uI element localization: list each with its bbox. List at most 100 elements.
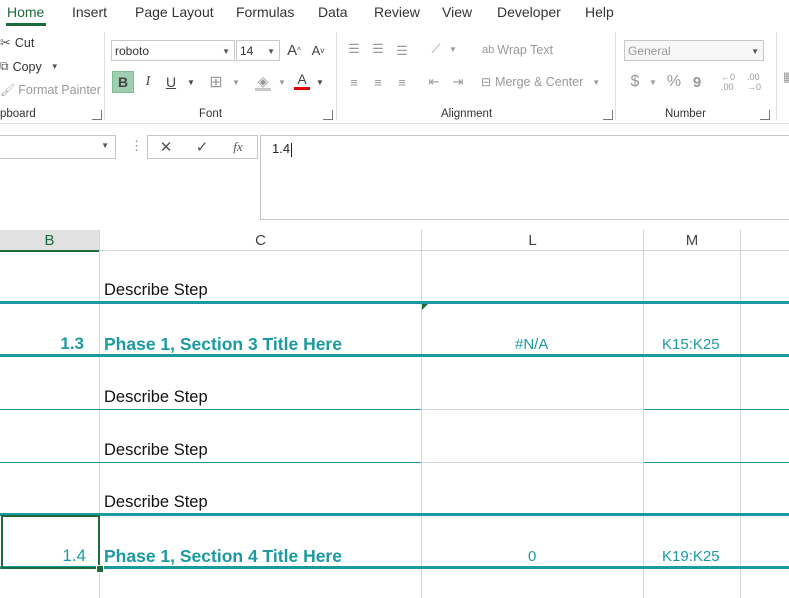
column-header-m[interactable]: M	[644, 230, 740, 251]
copy-label: Copy	[12, 59, 42, 74]
align-right-button[interactable]: ≡	[391, 71, 413, 93]
confirm-entry-button[interactable]: ✓	[191, 136, 213, 158]
tab-review[interactable]: Review	[374, 4, 420, 20]
font-color-dropdown[interactable]: ▼	[309, 71, 331, 93]
ribbon-separator	[776, 32, 777, 120]
underline-dropdown[interactable]: ▼	[180, 71, 202, 93]
number-dialog-launcher-icon[interactable]	[760, 110, 770, 120]
column-header-l[interactable]: L	[422, 230, 643, 251]
formula-input[interactable]: 1.4	[260, 135, 789, 220]
cell-m-range[interactable]: K19:K25	[662, 548, 720, 565]
italic-button[interactable]: I	[137, 71, 159, 93]
copy-icon: ⧉	[0, 59, 9, 73]
cell-c-describe-step[interactable]: Describe Step	[104, 388, 208, 407]
clipboard-group-label: pboard	[0, 108, 36, 120]
merge-icon: ⊟	[481, 75, 492, 89]
alignment-dialog-launcher-icon[interactable]	[603, 110, 613, 120]
chevron-down-icon: ▼	[267, 47, 275, 56]
column-header-c[interactable]: C	[100, 230, 421, 251]
align-center-icon: ≡	[374, 74, 382, 90]
cell-c-describe-step[interactable]: Describe Step	[104, 281, 208, 300]
wrap-text-icon: ab	[482, 44, 495, 56]
paint-bucket-icon: ◈	[257, 72, 269, 89]
cell-c-describe-step[interactable]: Describe Step	[104, 493, 208, 512]
decrease-decimal-button[interactable]: .00 →0	[743, 71, 765, 93]
conditional-formatting-button[interactable]: ▦	[778, 66, 789, 88]
copy-button[interactable]: ⧉ Copy ▼	[0, 59, 59, 74]
column-label: M	[685, 231, 699, 249]
name-box[interactable]: ▼	[0, 135, 116, 159]
cell-c-section-title[interactable]: Phase 1, Section 3 Title Here	[104, 334, 342, 355]
merge-center-button[interactable]: ⊟ Merge & Center ▼	[481, 75, 600, 89]
insert-function-button[interactable]: fx	[227, 136, 249, 158]
format-painter-label: Format Painter	[18, 83, 101, 97]
cell-m-range[interactable]: K15:K25	[662, 336, 720, 353]
borders-dropdown[interactable]: ▼	[225, 71, 247, 93]
middle-align-button[interactable]: ☰	[367, 38, 389, 60]
comma-style-button[interactable]: 9	[686, 71, 708, 93]
cell-l-value[interactable]: 0	[528, 548, 536, 565]
clipboard-dialog-launcher-icon[interactable]	[92, 110, 102, 120]
row-border	[422, 462, 643, 463]
tab-view[interactable]: View	[442, 4, 472, 20]
increase-indent-icon: ⇥	[452, 74, 464, 89]
orientation-dropdown[interactable]: ▼	[442, 38, 464, 60]
format-painter-button[interactable]: 🖌 Format Painter	[0, 83, 101, 97]
tab-insert[interactable]: Insert	[72, 4, 107, 20]
column-header-next[interactable]	[741, 230, 789, 251]
ribbon-separator	[615, 32, 616, 120]
chevron-down-icon: ▼	[592, 77, 601, 87]
number-format-select[interactable]: General ▼	[624, 40, 764, 61]
scissors-icon: ✂	[0, 35, 11, 50]
cell-c-section-title[interactable]: Phase 1, Section 4 Title Here	[104, 546, 342, 567]
tab-formulas[interactable]: Formulas	[236, 4, 294, 20]
font-size-select[interactable]: 14 ▼	[236, 40, 280, 61]
more-options-icon[interactable]: ⋮	[130, 138, 143, 154]
decrease-font-size-icon: A	[311, 42, 321, 58]
cancel-entry-button[interactable]: ✕	[155, 136, 177, 158]
currency-dropdown[interactable]: ▼	[642, 71, 664, 93]
percent-button[interactable]: %	[663, 71, 685, 93]
bottom-align-button[interactable]: ☰	[391, 40, 413, 62]
close-icon: ✕	[159, 139, 173, 156]
tab-page-layout[interactable]: Page Layout	[135, 4, 214, 20]
decrease-indent-button[interactable]: ⇤	[423, 71, 445, 93]
increase-indent-button[interactable]: ⇥	[447, 71, 469, 93]
bold-button[interactable]: B	[112, 71, 134, 93]
cell-l-value[interactable]: #N/A	[515, 336, 548, 353]
font-family-select[interactable]: roboto ▼	[111, 40, 235, 61]
align-left-button[interactable]: ≡	[343, 71, 365, 93]
row-border	[0, 462, 421, 463]
paintbrush-icon: 🖌	[0, 83, 16, 97]
align-center-button[interactable]: ≡	[367, 71, 389, 93]
increase-decimal-icon: ←0.00	[720, 72, 735, 92]
chevron-down-icon: ▼	[449, 44, 457, 54]
chevron-down-icon: ▼	[50, 62, 59, 71]
tab-help[interactable]: Help	[585, 4, 614, 20]
tab-home[interactable]: Home	[7, 4, 44, 20]
font-dialog-launcher-icon[interactable]	[323, 110, 333, 120]
chevron-down-icon: ▼	[649, 77, 657, 87]
increase-font-size-button[interactable]: A ^	[283, 39, 305, 61]
fill-color-dropdown[interactable]: ▼	[271, 71, 293, 93]
align-right-icon: ≡	[398, 74, 406, 90]
fill-handle[interactable]	[96, 565, 104, 573]
font-color-swatch	[294, 87, 310, 90]
increase-decimal-button[interactable]: ←0.00	[717, 71, 739, 93]
tab-developer[interactable]: Developer	[497, 4, 561, 20]
cut-button[interactable]: ✂ Cut	[0, 35, 34, 51]
wrap-text-button[interactable]: ab Wrap Text	[482, 43, 553, 57]
cell-c-describe-step[interactable]: Describe Step	[104, 441, 208, 460]
tab-data[interactable]: Data	[318, 4, 348, 20]
column-header-b[interactable]: B	[0, 230, 99, 252]
top-align-button[interactable]: ☰	[343, 38, 365, 60]
number-format-value: General	[628, 43, 671, 58]
gridline	[421, 230, 422, 598]
decrease-font-size-button[interactable]: Av	[307, 39, 329, 61]
cell-b-section-number[interactable]: 1.3	[10, 334, 84, 354]
cell-b-section-number[interactable]: 1.4	[10, 546, 86, 566]
borders-button[interactable]: ⊞	[205, 71, 227, 93]
underline-button[interactable]: U	[160, 71, 182, 93]
underline-icon: U	[165, 74, 177, 90]
font-family-value: roboto	[115, 43, 150, 58]
